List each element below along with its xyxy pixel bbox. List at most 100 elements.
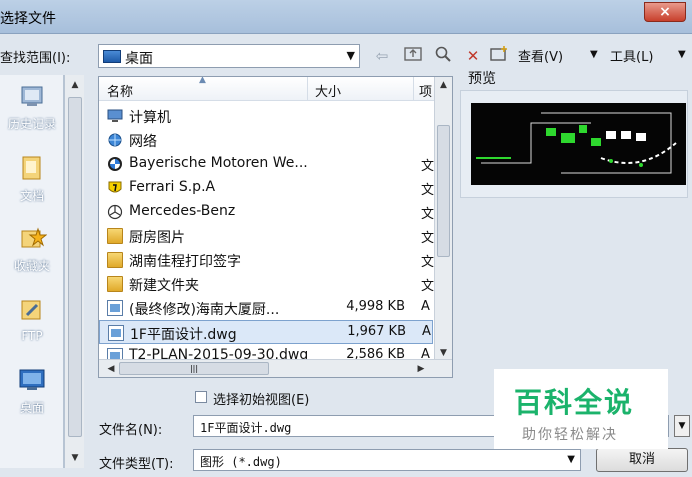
scroll-right-arrow-icon[interactable]: ▶ xyxy=(411,361,431,377)
scroll-up-arrow-icon[interactable]: ▲ xyxy=(435,77,452,93)
initial-view-checkbox[interactable] xyxy=(195,391,207,403)
file-name: 新建文件夹 xyxy=(129,278,199,294)
place-history[interactable]: 历史记录 xyxy=(0,81,64,132)
list-item[interactable]: Ferrari S.p.A 文 xyxy=(99,176,435,200)
filename-label: 文件名(N): xyxy=(99,423,163,438)
tools-chevron-icon[interactable]: ▼ xyxy=(678,49,686,60)
scroll-up-arrow-icon[interactable]: ▲ xyxy=(65,77,85,93)
desktop-icon xyxy=(17,365,47,395)
place-label: 文档 xyxy=(19,189,44,203)
list-item[interactable]: (最终修改)海南大厦厨... 4,998 KB A xyxy=(99,296,433,320)
scroll-down-arrow-icon[interactable]: ▼ xyxy=(65,450,85,466)
file-name: 网络 xyxy=(129,134,157,150)
list-item[interactable]: 湖南佳程打印签字 文 xyxy=(99,248,435,272)
network-icon xyxy=(107,132,123,148)
place-documents[interactable]: 文档 xyxy=(0,153,64,204)
mercedes-logo-icon xyxy=(107,204,123,220)
file-type: 文 xyxy=(421,255,435,270)
history-icon xyxy=(17,81,47,111)
back-arrow-icon[interactable]: ⇦ xyxy=(371,45,393,67)
file-name: Mercedes-Benz xyxy=(129,203,236,219)
list-item-selected[interactable]: 1F平面设计.dwg 1,967 KB A xyxy=(99,320,433,344)
sort-ascending-icon: ▲ xyxy=(199,76,206,85)
lookin-dropdown[interactable]: 桌面 ▼ xyxy=(98,44,360,68)
file-name: 1F平面设计.dwg xyxy=(130,327,237,343)
file-list[interactable]: ▲ 名称 大小 项 计算机 网络 Bayerische Motoren We..… xyxy=(98,76,453,378)
lookin-value: 桌面 xyxy=(125,51,153,67)
places-bar: 历史记录 文档 收藏夹 FTP 桌面 xyxy=(0,75,64,468)
list-item[interactable]: 厨房图片 文 xyxy=(99,224,435,248)
desktop-icon xyxy=(103,50,121,63)
preview-label: 预览 xyxy=(468,71,496,87)
filetype-value: 图形 (*.dwg) xyxy=(200,455,282,469)
file-list-vscrollbar[interactable]: ▲ ▼ xyxy=(434,77,452,361)
file-name: Bayerische Motoren We... xyxy=(129,155,308,171)
column-divider[interactable] xyxy=(307,77,308,101)
scroll-thumb[interactable] xyxy=(68,97,82,437)
watermark-subtitle: 助你轻松解决 xyxy=(522,427,618,443)
favorites-icon xyxy=(17,223,48,253)
tools-menu[interactable]: 工具(L) xyxy=(610,46,653,65)
file-type: 文 xyxy=(421,207,435,222)
file-name: 计算机 xyxy=(129,110,171,126)
file-list-hscrollbar[interactable]: ◀ ||| ▶ xyxy=(99,359,452,377)
file-type: 文 xyxy=(421,279,435,294)
bmw-logo-icon xyxy=(107,156,123,172)
search-web-icon[interactable] xyxy=(432,45,454,67)
file-name: (最终修改)海南大厦厨... xyxy=(129,302,280,318)
initial-view-label: 选择初始视图(E) xyxy=(213,393,310,408)
window-title: 选择文件 xyxy=(0,11,56,27)
place-label: FTP xyxy=(21,329,43,343)
dwg-file-icon xyxy=(108,325,124,341)
file-type: A xyxy=(422,324,431,339)
ferrari-logo-icon xyxy=(107,180,123,196)
file-type: A xyxy=(421,299,430,314)
filetype-select[interactable]: 图形 (*.dwg) ▼ xyxy=(193,449,581,471)
file-type: 文 xyxy=(421,183,435,198)
column-header-type[interactable]: 项 xyxy=(419,81,432,100)
chevron-down-icon: ▼ xyxy=(346,49,355,62)
watermark-logo: 百科全说 助你轻松解决 xyxy=(494,369,668,449)
place-favorites[interactable]: 收藏夹 xyxy=(0,223,64,274)
close-button[interactable]: × xyxy=(644,2,686,22)
place-ftp[interactable]: FTP xyxy=(0,295,64,343)
computer-icon xyxy=(107,108,123,124)
file-type: 文 xyxy=(421,231,435,246)
chevron-down-icon: ▼ xyxy=(567,454,575,465)
column-header-size[interactable]: 大小 xyxy=(315,81,341,100)
place-desktop[interactable]: 桌面 xyxy=(0,365,64,416)
column-divider[interactable] xyxy=(413,77,414,101)
preview-pane xyxy=(460,90,688,198)
drawing-thumbnail xyxy=(471,103,686,185)
lookin-label: 查找范围(I): xyxy=(0,51,71,66)
title-bar: 选择文件 × xyxy=(0,0,692,34)
list-item[interactable]: Mercedes-Benz 文 xyxy=(99,200,435,224)
list-item[interactable]: 计算机 xyxy=(99,104,433,128)
place-label: 桌面 xyxy=(19,401,44,415)
views-menu[interactable]: 查看(V) xyxy=(518,46,563,65)
folder-icon xyxy=(107,276,123,292)
file-size: 1,967 KB xyxy=(347,324,406,339)
list-item[interactable]: Bayerische Motoren We... 文 xyxy=(99,152,435,176)
column-header-name[interactable]: 名称 xyxy=(107,81,133,100)
open-dropdown-button[interactable]: ▼ xyxy=(674,415,690,437)
folder-icon xyxy=(107,252,123,268)
scroll-thumb[interactable] xyxy=(437,125,450,257)
list-item[interactable]: 网络 xyxy=(99,128,433,152)
file-size: 4,998 KB xyxy=(346,299,405,314)
up-folder-icon[interactable] xyxy=(402,45,424,67)
scroll-thumb[interactable]: ||| xyxy=(119,362,269,375)
ftp-icon xyxy=(17,295,47,325)
places-scrollbar[interactable]: ▲ ▼ xyxy=(64,75,84,468)
scroll-left-arrow-icon[interactable]: ◀ xyxy=(101,361,121,377)
file-type: 文 xyxy=(421,159,435,174)
cancel-button[interactable]: 取消 xyxy=(596,448,688,472)
views-chevron-icon[interactable]: ▼ xyxy=(590,49,598,60)
folder-icon xyxy=(107,228,123,244)
delete-icon[interactable]: ✕ xyxy=(462,45,484,67)
documents-icon xyxy=(17,153,47,183)
filetype-label: 文件类型(T): xyxy=(99,457,174,472)
file-name: 厨房图片 xyxy=(129,230,185,246)
list-item[interactable]: 新建文件夹 文 xyxy=(99,272,435,296)
new-folder-icon[interactable] xyxy=(488,45,510,67)
